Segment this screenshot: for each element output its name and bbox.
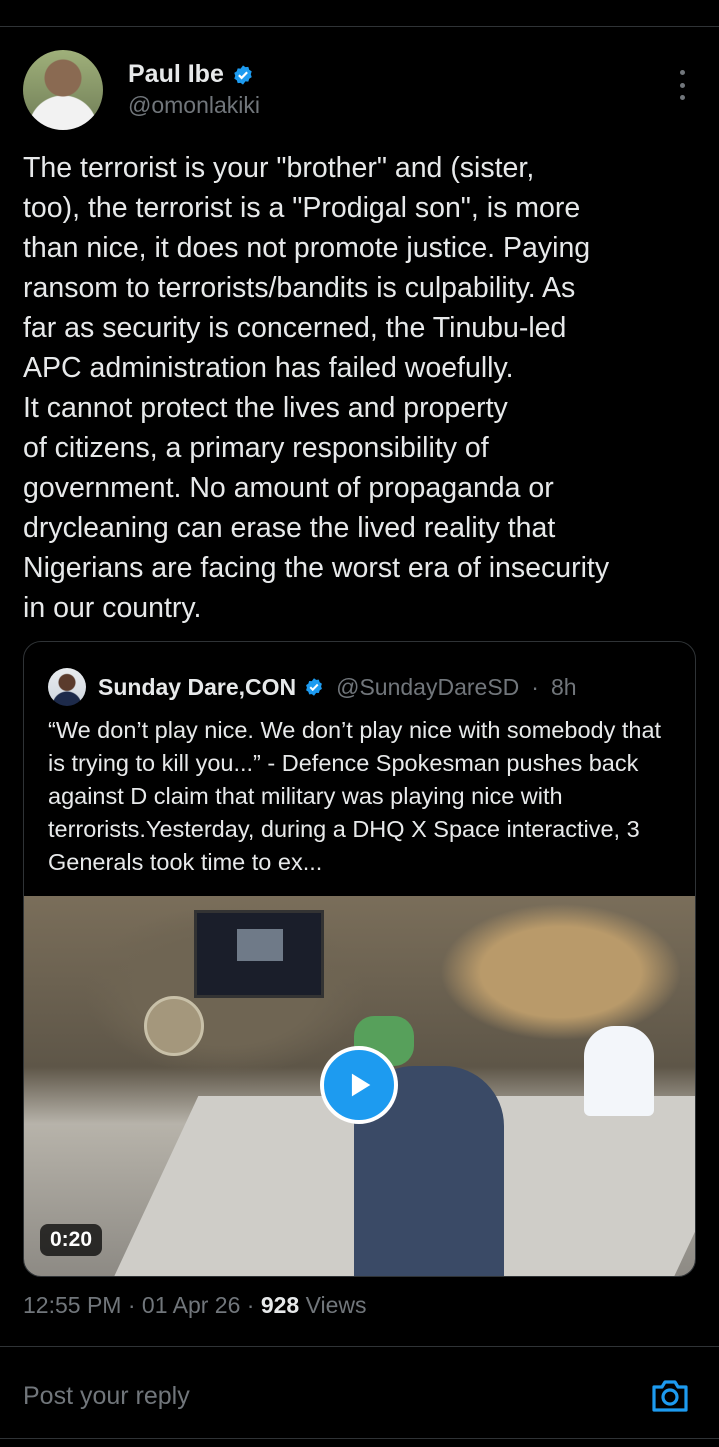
tweet-header: Paul Ibe @omonlakiki: [23, 50, 696, 132]
top-divider: [0, 26, 719, 27]
divider: [0, 1346, 719, 1347]
author-handle[interactable]: @omonlakiki: [128, 92, 260, 119]
tweet-text: The terrorist is your "brother" and (sis…: [23, 152, 610, 624]
play-triangle-icon: [351, 1073, 371, 1097]
quoted-tweet-text: “We don’t play nice. We don’t play nice …: [48, 717, 662, 875]
tweet-meta: 12:55 PM · 01 Apr 26 · 928 Views: [23, 1292, 367, 1319]
verified-badge-icon: [306, 678, 323, 696]
meta-separator: ·: [246, 1292, 255, 1318]
divider: [0, 1438, 719, 1439]
views-label[interactable]: Views: [306, 1292, 367, 1318]
author-avatar[interactable]: [23, 50, 103, 130]
video-scene-seal: [144, 996, 204, 1056]
camera-icon[interactable]: [650, 1378, 690, 1414]
more-options-icon[interactable]: [676, 70, 688, 100]
play-icon[interactable]: [320, 1046, 398, 1124]
quoted-tweet[interactable]: Sunday Dare,CON @SundayDareSD · 8h “We d…: [23, 641, 696, 1277]
quoted-author-avatar: [48, 668, 86, 706]
reply-input[interactable]: Post your reply: [23, 1382, 190, 1411]
tweet-date[interactable]: 01 Apr 26: [142, 1292, 240, 1318]
views-count[interactable]: 928: [261, 1292, 299, 1318]
video-scene-screen: [194, 910, 324, 998]
video-scene-figure: [584, 1026, 654, 1116]
quoted-author-name: Sunday Dare,CON: [98, 673, 297, 700]
verified-badge-icon: [234, 64, 252, 85]
quoted-tweet-header: Sunday Dare,CON @SundayDareSD · 8h: [48, 668, 577, 706]
author-name[interactable]: Paul Ibe: [128, 60, 224, 89]
quoted-author-handle: @SundayDareSD: [336, 673, 520, 700]
quoted-time: 8h: [550, 673, 577, 700]
quoted-time-separator: ·: [531, 673, 539, 700]
meta-separator: ·: [127, 1292, 136, 1318]
author-name-row: Paul Ibe: [128, 60, 254, 89]
tweet-time[interactable]: 12:55 PM: [23, 1292, 121, 1318]
video-duration: 0:20: [40, 1224, 103, 1256]
video-player[interactable]: 0:20: [24, 896, 695, 1276]
